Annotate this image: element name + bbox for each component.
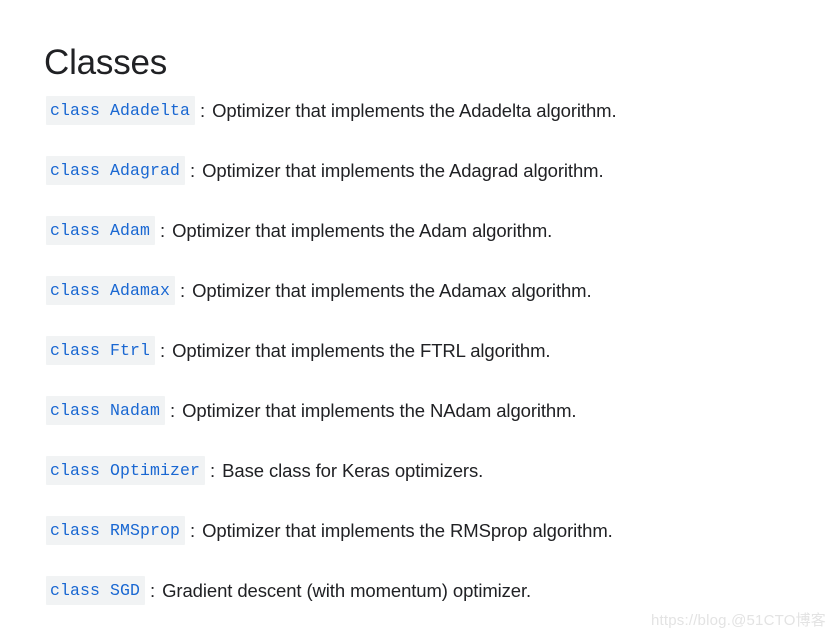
class-description-wrap: : Base class for Keras optimizers. [207, 456, 483, 485]
class-description-wrap: : Gradient descent (with momentum) optim… [147, 576, 531, 605]
class-keyword: class [50, 221, 101, 240]
class-keyword: class [50, 341, 101, 360]
class-description-wrap: : Optimizer that implements the RMSprop … [187, 516, 613, 545]
class-description-wrap: : Optimizer that implements the Adadelta… [197, 96, 617, 125]
class-name: SGD [110, 581, 141, 600]
class-list-item: class Adagrad: Optimizer that implements… [0, 156, 832, 216]
class-description-wrap: : Optimizer that implements the NAdam al… [167, 396, 577, 425]
class-keyword: class [50, 401, 101, 420]
class-name: Adagrad [110, 161, 181, 180]
class-link-adamax[interactable]: class Adamax [46, 276, 176, 305]
class-description: Optimizer that implements the RMSprop al… [202, 520, 613, 541]
class-name: Adam [110, 221, 151, 240]
documentation-page: Classes class Adadelta: Optimizer that i… [0, 0, 832, 634]
class-keyword: class [50, 101, 101, 120]
page-title: Classes [44, 43, 168, 83]
class-link-rmsprop[interactable]: class RMSprop [46, 516, 186, 545]
class-description-wrap: : Optimizer that implements the Adagrad … [187, 156, 604, 185]
class-name: RMSprop [110, 521, 181, 540]
class-separator: : [160, 220, 166, 241]
class-separator: : [170, 400, 176, 421]
class-link-adagrad[interactable]: class Adagrad [46, 156, 186, 185]
class-description: Optimizer that implements the NAdam algo… [182, 400, 577, 421]
class-separator: : [190, 520, 196, 541]
class-list-item: class Nadam: Optimizer that implements t… [0, 396, 832, 456]
class-description: Optimizer that implements the Adadelta a… [212, 100, 617, 121]
class-description: Optimizer that implements the Adamax alg… [192, 280, 592, 301]
class-link-adam[interactable]: class Adam [46, 216, 156, 245]
class-list-item: class Adamax: Optimizer that implements … [0, 276, 832, 336]
class-link-ftrl[interactable]: class Ftrl [46, 336, 156, 365]
class-separator: : [210, 460, 216, 481]
watermark: https://blog.@51CTO博客 [650, 612, 826, 629]
class-description: Optimizer that implements the Adagrad al… [202, 160, 604, 181]
class-name: Ftrl [110, 341, 151, 360]
class-name: Nadam [110, 401, 161, 420]
class-keyword: class [50, 161, 101, 180]
class-list-item: class Optimizer: Base class for Keras op… [0, 456, 832, 516]
class-description-wrap: : Optimizer that implements the FTRL alg… [157, 336, 551, 365]
class-name: Optimizer [110, 461, 201, 480]
class-link-adadelta[interactable]: class Adadelta [46, 96, 196, 125]
class-description: Optimizer that implements the Adam algor… [172, 220, 553, 241]
class-list-item: class Adam: Optimizer that implements th… [0, 216, 832, 276]
class-keyword: class [50, 521, 101, 540]
class-description: Gradient descent (with momentum) optimiz… [162, 580, 532, 601]
class-name: Adamax [110, 281, 171, 300]
class-list-item: class Adadelta: Optimizer that implement… [0, 96, 832, 156]
class-separator: : [160, 340, 166, 361]
class-separator: : [150, 580, 156, 601]
class-link-optimizer[interactable]: class Optimizer [46, 456, 206, 485]
class-link-sgd[interactable]: class SGD [46, 576, 146, 605]
class-link-nadam[interactable]: class Nadam [46, 396, 166, 425]
class-name: Adadelta [110, 101, 191, 120]
class-description: Optimizer that implements the FTRL algor… [172, 340, 551, 361]
class-list-item: class Ftrl: Optimizer that implements th… [0, 336, 832, 396]
class-description-wrap: : Optimizer that implements the Adamax a… [177, 276, 592, 305]
class-keyword: class [50, 461, 101, 480]
class-separator: : [200, 100, 206, 121]
class-list: class Adadelta: Optimizer that implement… [0, 96, 832, 636]
class-description-wrap: : Optimizer that implements the Adam alg… [157, 216, 552, 245]
class-separator: : [180, 280, 186, 301]
class-list-item: class RMSprop: Optimizer that implements… [0, 516, 832, 576]
class-separator: : [190, 160, 196, 181]
class-description: Base class for Keras optimizers. [222, 460, 484, 481]
class-keyword: class [50, 581, 101, 600]
class-keyword: class [50, 281, 101, 300]
